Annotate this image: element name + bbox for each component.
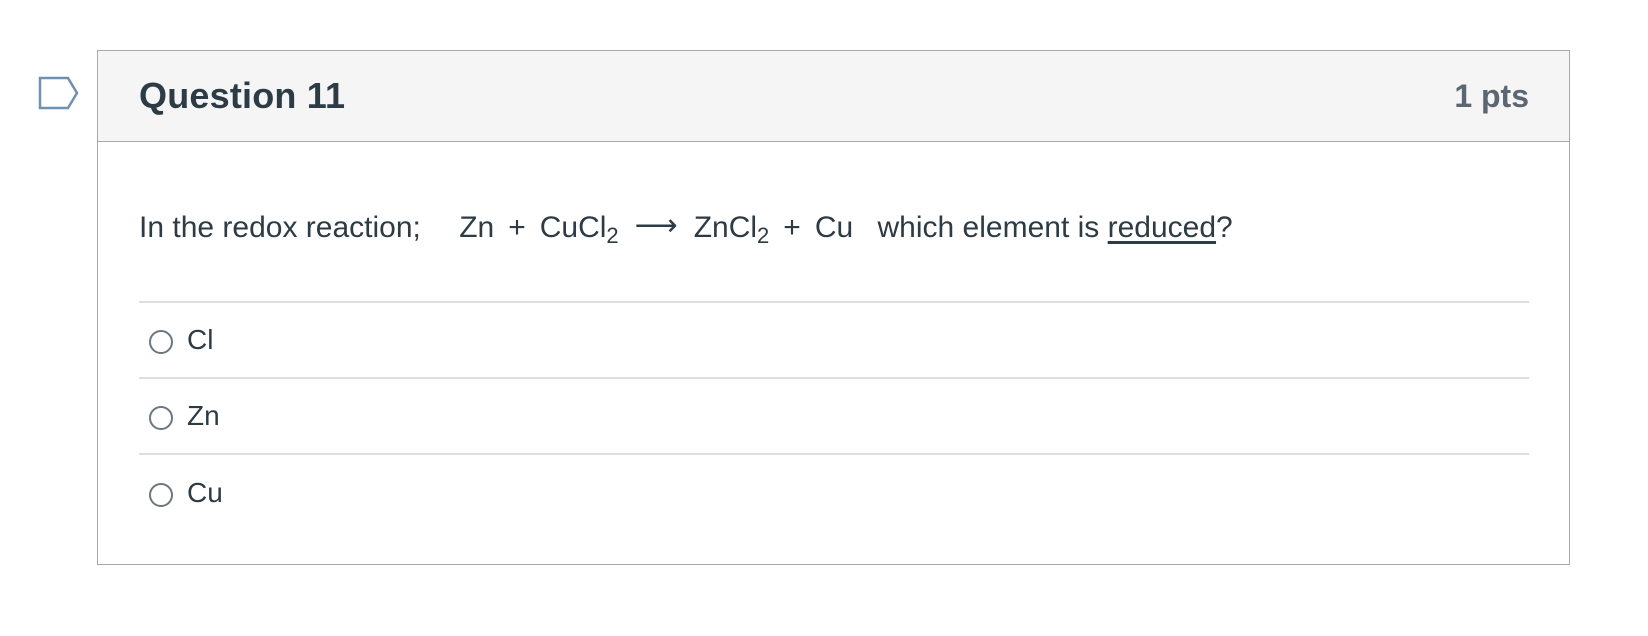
radio-button[interactable] bbox=[149, 483, 173, 507]
reaction-arrow: ⟶ bbox=[634, 209, 678, 242]
question-prompt-emphasis: reduced bbox=[1107, 211, 1217, 244]
question-header: Question 11 1 pts bbox=[98, 51, 1569, 142]
equation-plus-2: + bbox=[783, 211, 801, 244]
answer-option-cl[interactable]: Cl bbox=[139, 303, 1529, 379]
question-intro: In the redox reaction; bbox=[139, 211, 421, 244]
equation-product-zncl2-subscript: 2 bbox=[757, 223, 770, 248]
answer-label: Cu bbox=[187, 477, 223, 508]
question-title: Question 11 bbox=[139, 75, 346, 116]
equation-product-zncl2: ZnCl2 bbox=[693, 211, 770, 247]
answer-option-zn[interactable]: Zn bbox=[139, 379, 1529, 455]
equation-reactant-cucl2-subscript: 2 bbox=[606, 223, 619, 248]
answer-list: Cl Zn Cu bbox=[139, 303, 1529, 531]
equation-reactant-zn: Zn bbox=[459, 211, 495, 244]
question-text: In the redox reaction; Zn + CuCl2 ⟶ ZnCl2 + Cu… bbox=[139, 142, 1529, 303]
equation-product-cu: Cu bbox=[814, 211, 854, 244]
equation: Zn + CuCl2 ⟶ ZnCl2 + Cu bbox=[459, 209, 861, 247]
question-prompt: which element is reduced? bbox=[878, 211, 1233, 244]
flag-question-icon[interactable] bbox=[38, 76, 80, 112]
question-points: 1 pts bbox=[1454, 77, 1529, 114]
equation-plus-1: + bbox=[508, 211, 526, 244]
answer-label: Cl bbox=[187, 324, 214, 355]
question-card: Question 11 1 pts In the redox reaction;… bbox=[97, 50, 1570, 565]
radio-button[interactable] bbox=[149, 406, 173, 430]
question-prompt-post: ? bbox=[1216, 211, 1233, 244]
radio-button[interactable] bbox=[149, 330, 173, 354]
equation-product-zncl2-base: ZnCl bbox=[693, 211, 758, 244]
answer-option-cu[interactable]: Cu bbox=[139, 455, 1529, 531]
equation-reactant-cucl2: CuCl2 bbox=[539, 211, 619, 247]
answer-label: Zn bbox=[187, 400, 220, 431]
equation-reactant-cucl2-base: CuCl bbox=[539, 211, 607, 244]
question-prompt-pre: which element is bbox=[877, 211, 1100, 244]
question-body: In the redox reaction; Zn + CuCl2 ⟶ ZnCl2 + Cu… bbox=[98, 142, 1569, 531]
